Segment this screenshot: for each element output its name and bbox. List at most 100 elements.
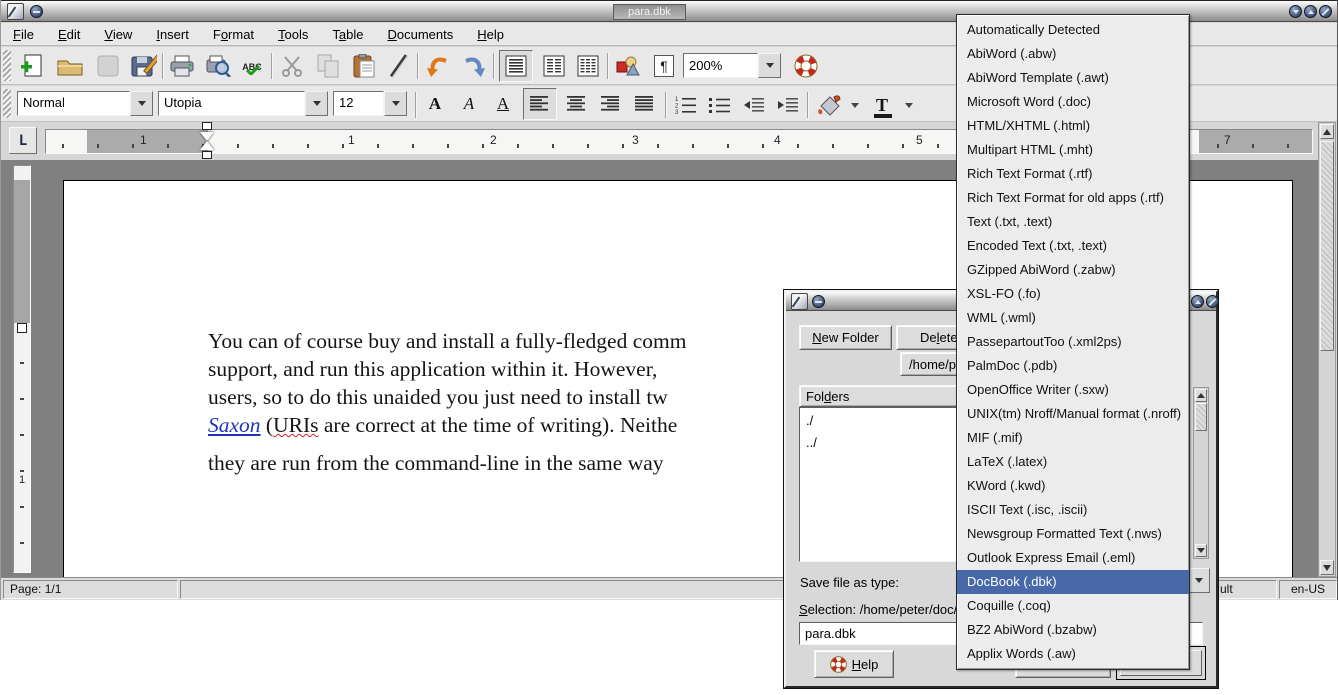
font-combo[interactable]: Utopia	[158, 91, 328, 116]
zoom-dropdown-arrow[interactable]	[758, 53, 781, 78]
align-center-button[interactable]	[563, 90, 591, 118]
scroll-down-button[interactable]	[1195, 544, 1207, 557]
indent-triangle-bottom[interactable]	[200, 141, 214, 150]
style-dropdown-arrow[interactable]	[130, 91, 153, 116]
close-button[interactable]	[1319, 5, 1332, 18]
font-dropdown-arrow[interactable]	[305, 91, 328, 116]
menu-documents[interactable]: Documents	[388, 27, 454, 42]
indent-marker[interactable]	[200, 122, 214, 160]
language-indicator[interactable]: en-US	[1279, 580, 1337, 599]
zoom-combo[interactable]	[683, 53, 781, 78]
menu-table[interactable]: Table	[332, 27, 363, 42]
main-vertical-scrollbar[interactable]	[1318, 122, 1336, 577]
open-file-button[interactable]	[55, 51, 85, 81]
file-type-dropdown-arrow[interactable]	[1187, 568, 1210, 593]
redo-button[interactable]	[459, 51, 489, 81]
dialog-window-menu-button[interactable]	[812, 295, 825, 308]
view-three-columns-button[interactable]	[573, 51, 603, 81]
save-as-button[interactable]	[129, 51, 159, 81]
file-format-option[interactable]: KWord (.kwd)	[957, 474, 1189, 498]
bold-button[interactable]: A	[421, 90, 449, 118]
font-color-button[interactable]: T	[867, 90, 897, 120]
file-format-option[interactable]: Text (.txt, .text)	[957, 210, 1189, 234]
scrollbar-thumb[interactable]	[1320, 141, 1334, 351]
file-format-option[interactable]: PalmDoc (.pdb)	[957, 354, 1189, 378]
file-format-option[interactable]: DocBook (.dbk)	[957, 570, 1189, 594]
view-two-columns-button[interactable]	[539, 51, 569, 81]
file-format-option[interactable]: Microsoft Word (.doc)	[957, 90, 1189, 114]
file-format-option[interactable]: ISCII Text (.isc, .iscii)	[957, 498, 1189, 522]
file-format-option[interactable]: Newsgroup Formatted Text (.nws)	[957, 522, 1189, 546]
menu-format[interactable]: Format	[213, 27, 254, 42]
tab-stop-selector[interactable]: L	[9, 127, 37, 154]
top-margin-handle[interactable]	[17, 323, 27, 333]
file-format-option[interactable]: XSL-FO (.fo)	[957, 282, 1189, 306]
menu-insert[interactable]: Insert	[156, 27, 189, 42]
new-folder-button[interactable]: New Folder	[799, 325, 892, 350]
left-indent-handle[interactable]	[202, 151, 212, 159]
increase-indent-button[interactable]	[773, 90, 803, 120]
file-format-option[interactable]: Applix Words (.aw)	[957, 642, 1189, 666]
scroll-up-button[interactable]	[1195, 389, 1207, 402]
zoom-input[interactable]	[683, 53, 758, 78]
folder-list-item[interactable]: ./	[800, 411, 973, 433]
style-combo[interactable]: Normal	[17, 91, 153, 116]
file-format-option[interactable]: Outlook Express Email (.eml)	[957, 546, 1189, 570]
underline-button[interactable]: A	[489, 90, 517, 118]
file-format-option[interactable]: LaTeX (.latex)	[957, 450, 1189, 474]
spellcheck-button[interactable]: ABC	[237, 51, 267, 81]
numbered-list-button[interactable]: 123	[671, 90, 701, 120]
vertical-ruler[interactable]: 1	[13, 165, 31, 573]
menu-file[interactable]: File	[13, 27, 34, 42]
minimize-button[interactable]	[1289, 5, 1302, 18]
align-right-button[interactable]	[597, 90, 625, 118]
maximize-button[interactable]	[1304, 5, 1317, 18]
new-document-button[interactable]	[17, 51, 47, 81]
folder-list-item[interactable]: ../	[800, 433, 973, 455]
file-format-option[interactable]: GZipped AbiWord (.zabw)	[957, 258, 1189, 282]
file-format-option[interactable]: Coquille (.coq)	[957, 594, 1189, 618]
folders-column-header[interactable]: Folders	[799, 385, 974, 407]
bullet-list-button[interactable]	[705, 90, 735, 120]
decrease-indent-button[interactable]	[739, 90, 769, 120]
menu-edit[interactable]: Edit	[58, 27, 80, 42]
file-format-option[interactable]: Automatically Detected	[957, 18, 1189, 42]
file-format-option[interactable]: WML (.wml)	[957, 306, 1189, 330]
file-format-option[interactable]: Multipart HTML (.mht)	[957, 138, 1189, 162]
file-format-option[interactable]: AbiWord Template (.awt)	[957, 66, 1189, 90]
dialog-close-button[interactable]	[1206, 295, 1219, 308]
saxon-hyperlink[interactable]: Saxon	[208, 413, 261, 437]
file-format-option[interactable]: HTML/XHTML (.html)	[957, 114, 1189, 138]
toolbar-drag-handle[interactable]	[3, 50, 11, 81]
save-button[interactable]	[93, 51, 123, 81]
menu-tools[interactable]: Tools	[278, 27, 308, 42]
fill-color-dropdown-arrow[interactable]	[847, 90, 862, 120]
menu-view[interactable]: View	[104, 27, 132, 42]
insert-shapes-button[interactable]	[613, 51, 643, 81]
paste-button[interactable]	[349, 51, 379, 81]
view-normal-button[interactable]	[499, 50, 533, 82]
undo-button[interactable]	[423, 51, 453, 81]
scroll-down-button[interactable]	[1320, 560, 1334, 575]
indent-triangle-top[interactable]	[200, 132, 214, 141]
file-format-option[interactable]: PassepartoutToo (.xml2ps)	[957, 330, 1189, 354]
dialog-help-button[interactable]: Help	[814, 650, 894, 678]
file-format-option[interactable]: Rich Text Format (.rtf)	[957, 162, 1189, 186]
italic-button[interactable]: A	[455, 90, 483, 118]
window-menu-button[interactable]	[30, 5, 43, 18]
toolbar-drag-handle[interactable]	[3, 89, 11, 118]
menu-help[interactable]: Help	[477, 27, 504, 42]
file-format-option[interactable]: Encoded Text (.txt, .text)	[957, 234, 1189, 258]
copy-button[interactable]	[313, 51, 343, 81]
file-format-option[interactable]: MIF (.mif)	[957, 426, 1189, 450]
file-format-option[interactable]: AbiWord (.abw)	[957, 42, 1189, 66]
dialog-maximize-button[interactable]	[1191, 295, 1204, 308]
show-paragraphs-button[interactable]: ¶	[649, 51, 679, 81]
font-size-combo[interactable]: 12	[333, 91, 407, 116]
scroll-up-button[interactable]	[1320, 124, 1334, 139]
file-format-option[interactable]: Rich Text Format for old apps (.rtf)	[957, 186, 1189, 210]
file-format-option[interactable]: OpenOffice Writer (.sxw)	[957, 378, 1189, 402]
cut-button[interactable]	[277, 51, 307, 81]
print-button[interactable]	[167, 51, 197, 81]
help-button-toolbar[interactable]	[791, 51, 821, 81]
